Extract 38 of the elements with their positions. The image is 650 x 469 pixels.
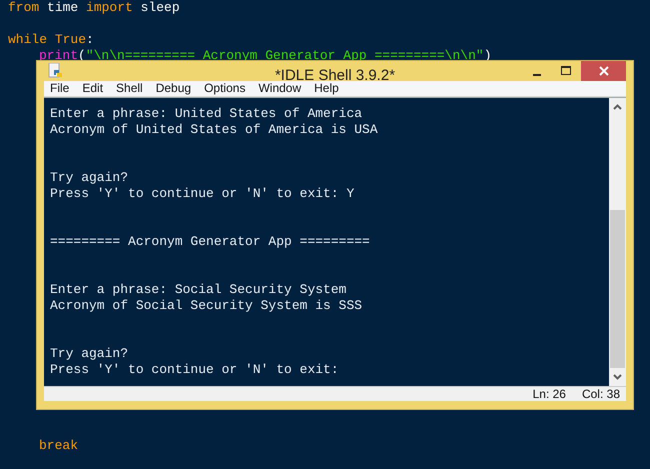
menu-item[interactable]: Debug bbox=[150, 81, 198, 96]
shell-output-line: Try again? bbox=[50, 170, 128, 186]
shell-output-line: Enter a phrase: Social Security System bbox=[50, 282, 346, 298]
shell-output-line: Acronym of United States of America is USA bbox=[50, 122, 378, 138]
python-file-icon bbox=[48, 63, 64, 79]
shell-output-line: Press 'Y' to continue or 'N' to exit: Y bbox=[50, 186, 354, 202]
menu-item[interactable]: Options bbox=[198, 81, 252, 96]
menu-item[interactable]: Edit bbox=[76, 81, 110, 96]
code-token: sleep bbox=[140, 0, 180, 15]
window-title: *IDLE Shell 3.9.2* bbox=[274, 67, 396, 84]
shell-output-line: ========= Acronym Generator App ========= bbox=[50, 234, 370, 250]
shell-output-line: Try again? bbox=[50, 346, 128, 362]
status-text: Col: 38 bbox=[582, 386, 620, 401]
code-token: break bbox=[39, 438, 78, 453]
menu-item[interactable]: Help bbox=[308, 81, 345, 96]
menu-item[interactable]: Window bbox=[252, 81, 308, 96]
scroll-up-icon[interactable] bbox=[613, 104, 622, 110]
scroll-down-icon[interactable] bbox=[613, 374, 622, 380]
code-token: True bbox=[54, 32, 86, 47]
shell-output-line: Enter a phrase: United States of America bbox=[50, 106, 362, 122]
code-token: import bbox=[86, 0, 133, 15]
code-token: : bbox=[86, 32, 94, 47]
menu-item[interactable]: Shell bbox=[110, 81, 149, 96]
code-token: print bbox=[39, 48, 78, 63]
code-token: from bbox=[8, 0, 40, 15]
shell-output-line: Press 'Y' to continue or 'N' to exit: bbox=[50, 362, 339, 378]
close-button[interactable] bbox=[581, 61, 626, 81]
scrollbar[interactable] bbox=[609, 98, 626, 386]
minimize-icon bbox=[532, 74, 540, 76]
code-token: time bbox=[46, 0, 80, 15]
menu-item[interactable]: File bbox=[44, 81, 76, 96]
scroll-thumb[interactable] bbox=[610, 210, 625, 368]
close-icon bbox=[598, 66, 608, 76]
maximize-icon bbox=[560, 66, 570, 76]
status-text: Ln: 26 bbox=[532, 386, 566, 401]
code-token: while bbox=[8, 32, 48, 47]
code-token: "\n\n========= Acronym Generator App =========\n\n" bbox=[86, 48, 484, 63]
shell-output-line: Acronym of Social Security System is SSS bbox=[50, 298, 362, 314]
